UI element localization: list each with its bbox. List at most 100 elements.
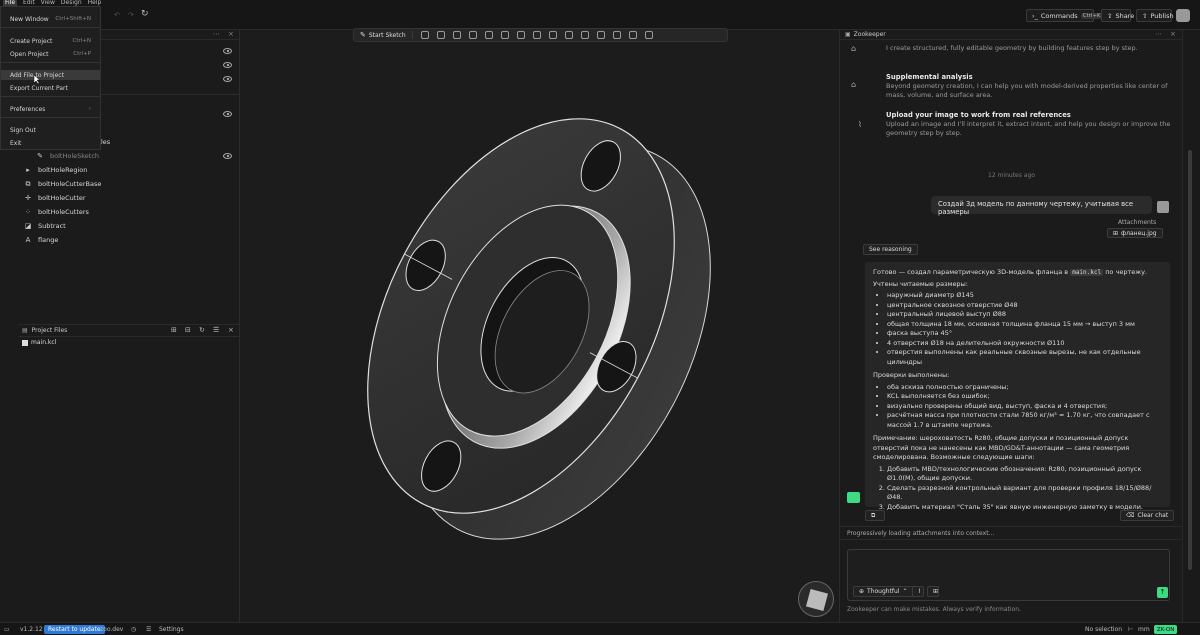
- share-button[interactable]: ⇪ Share: [1101, 9, 1134, 22]
- menu-item-sign-out[interactable]: Sign Out: [1, 125, 100, 135]
- refresh-icon[interactable]: ↻: [199, 326, 205, 334]
- menu-item-open-project[interactable]: Open Project Ctrl+P: [1, 49, 100, 59]
- file-item[interactable]: main.kcl: [22, 339, 56, 346]
- close-icon[interactable]: ×: [228, 30, 234, 38]
- feature-label-partial: les: [101, 138, 111, 146]
- menu-item-new-window[interactable]: New Window Ctrl+Shift+N: [1, 14, 100, 24]
- visibility-icon[interactable]: [223, 76, 232, 82]
- plane-icon[interactable]: [548, 31, 557, 39]
- more-icon[interactable]: ⋯: [213, 30, 220, 38]
- next-steps-list: Добавить MBD/технологические обозначения…: [873, 465, 1162, 513]
- refresh-icon[interactable]: ↻: [141, 9, 149, 19]
- extrude-icon[interactable]: [420, 31, 429, 39]
- close-icon[interactable]: ×: [1170, 30, 1176, 38]
- paperclip-icon: ⌇: [918, 588, 921, 595]
- attachment-chip[interactable]: ⊞ фланец.jpg: [1107, 228, 1163, 238]
- menu-item-create-project[interactable]: Create Project Ctrl+N: [1, 36, 100, 46]
- folder-icon: ▤: [22, 327, 28, 334]
- progress-status: Progressively loading attachments into c…: [840, 526, 1182, 540]
- paperclip-icon: ⌇: [858, 120, 862, 129]
- start-sketch-button[interactable]: ✎ Start Sketch: [360, 31, 413, 39]
- tree-item-bolthole-cutter-base[interactable]: ⧉ boltHoleCutterBase: [24, 178, 102, 190]
- view-cube[interactable]: [798, 581, 834, 617]
- commands-button[interactable]: ›_ Commands Ctrl+K: [1026, 9, 1103, 22]
- tree-item-flange[interactable]: A flange: [24, 234, 59, 246]
- analysis-icon: ⌂: [851, 80, 857, 89]
- modeling-toolbar: ✎ Start Sketch: [353, 28, 728, 42]
- menu-item-exit[interactable]: Exit: [1, 138, 100, 148]
- selection-status: No selection: [1085, 626, 1123, 633]
- chevron-down-icon[interactable]: [644, 31, 653, 39]
- tree-item-subtract[interactable]: ◪ Subtract: [24, 220, 66, 232]
- region-icon: ▸: [26, 166, 30, 174]
- publish-button[interactable]: ⇧ Publish: [1136, 9, 1174, 22]
- status-badge[interactable]: ZK-ON: [1154, 625, 1178, 634]
- undo-icon[interactable]: ↶: [114, 11, 120, 19]
- settings-icon[interactable]: ☰: [146, 625, 151, 634]
- ruler-icon: ⊢: [1128, 626, 1134, 633]
- 3d-viewport[interactable]: [241, 30, 838, 622]
- tree-item-bolthole-cutters[interactable]: ⁘ boltHoleCutters: [24, 206, 89, 218]
- helix-icon[interactable]: [580, 31, 589, 39]
- new-folder-icon[interactable]: ⊟: [185, 326, 191, 334]
- history-icon[interactable]: ◷: [131, 625, 136, 634]
- redo-icon[interactable]: ↷: [128, 11, 134, 19]
- variable-icon: A: [25, 236, 31, 244]
- panel-icon[interactable]: ▭: [4, 625, 10, 634]
- clear-chat-button[interactable]: ⌫ Clear chat: [1120, 510, 1175, 521]
- pattern-icon[interactable]: [564, 31, 573, 39]
- zoo-link[interactable]: zoo.dev: [100, 625, 123, 634]
- cube-icon: [805, 588, 829, 612]
- visibility-icon[interactable]: [223, 48, 232, 54]
- version-label: v1.2.12: [20, 626, 43, 633]
- revolve-icon[interactable]: [468, 31, 477, 39]
- units-label[interactable]: mm: [1138, 625, 1150, 634]
- extrude-icon: ⧉: [25, 180, 31, 188]
- sweep-icon[interactable]: [436, 31, 445, 39]
- subtract-icon: ◪: [24, 222, 32, 230]
- close-icon[interactable]: ×: [228, 326, 234, 334]
- settings-icon[interactable]: [596, 31, 605, 39]
- transform-icon[interactable]: [612, 31, 621, 39]
- measure-icon[interactable]: [628, 31, 637, 39]
- image-icon: ⊞: [1113, 229, 1119, 237]
- avatar[interactable]: [1176, 9, 1190, 22]
- mode-select[interactable]: ⊕ Thoughtful ⌃: [853, 586, 914, 597]
- copy-icon: ⧉: [871, 511, 876, 519]
- tree-item-bolthole-region[interactable]: ▸ boltHoleRegion: [24, 164, 87, 176]
- restart-update-button[interactable]: Restart to update: [44, 625, 105, 634]
- more-icon[interactable]: ⋯: [1155, 30, 1162, 38]
- loft-icon[interactable]: [452, 31, 461, 39]
- mouse-cursor-icon: [34, 75, 40, 84]
- menu-item-add-file[interactable]: Add File to Project: [1, 70, 100, 80]
- see-reasoning-button[interactable]: See reasoning: [863, 244, 918, 255]
- disclaimer: Zookeeper can make mistakes. Always veri…: [847, 606, 1021, 613]
- visibility-icon[interactable]: [223, 62, 232, 68]
- flange-model[interactable]: [241, 30, 838, 622]
- file-menu: New Window Ctrl+Shift+N Create Project Ctr…: [0, 6, 101, 150]
- boolean-icon[interactable]: [532, 31, 541, 39]
- new-file-icon[interactable]: ⊞: [171, 326, 177, 334]
- attach-button[interactable]: ⌇: [912, 586, 924, 597]
- copy-button[interactable]: ⧉: [865, 510, 885, 521]
- collapse-icon[interactable]: ☰: [213, 326, 219, 334]
- chat-header: ▣ Zookeeper: [840, 30, 1183, 40]
- avatar: [1157, 201, 1169, 213]
- settings-link[interactable]: Settings: [159, 625, 184, 634]
- visibility-icon[interactable]: [223, 153, 232, 159]
- send-button[interactable]: ↑: [1157, 587, 1168, 598]
- menu-item-preferences[interactable]: Preferences ›: [1, 104, 100, 114]
- menu-item-export-part[interactable]: Export Current Part: [1, 83, 100, 93]
- tree-item-bolthole-cutter[interactable]: ✛ boltHoleCutter: [24, 192, 86, 204]
- attach-image-button[interactable]: ⊞: [927, 586, 939, 597]
- chamfer-icon[interactable]: [500, 31, 509, 39]
- scrollbar[interactable]: [1182, 30, 1200, 622]
- chevron-right-icon: ›_: [1032, 11, 1038, 20]
- scrollbar-thumb[interactable]: [1188, 150, 1192, 570]
- visibility-icon[interactable]: [223, 111, 232, 117]
- fillet-icon[interactable]: [484, 31, 493, 39]
- project-files-header: ▤ Project Files: [18, 324, 240, 337]
- shell-icon[interactable]: [516, 31, 525, 39]
- tree-item-bolthole-sketch[interactable]: ✎ boltHoleSketch: [36, 150, 99, 162]
- brain-icon: ⊕: [859, 588, 865, 595]
